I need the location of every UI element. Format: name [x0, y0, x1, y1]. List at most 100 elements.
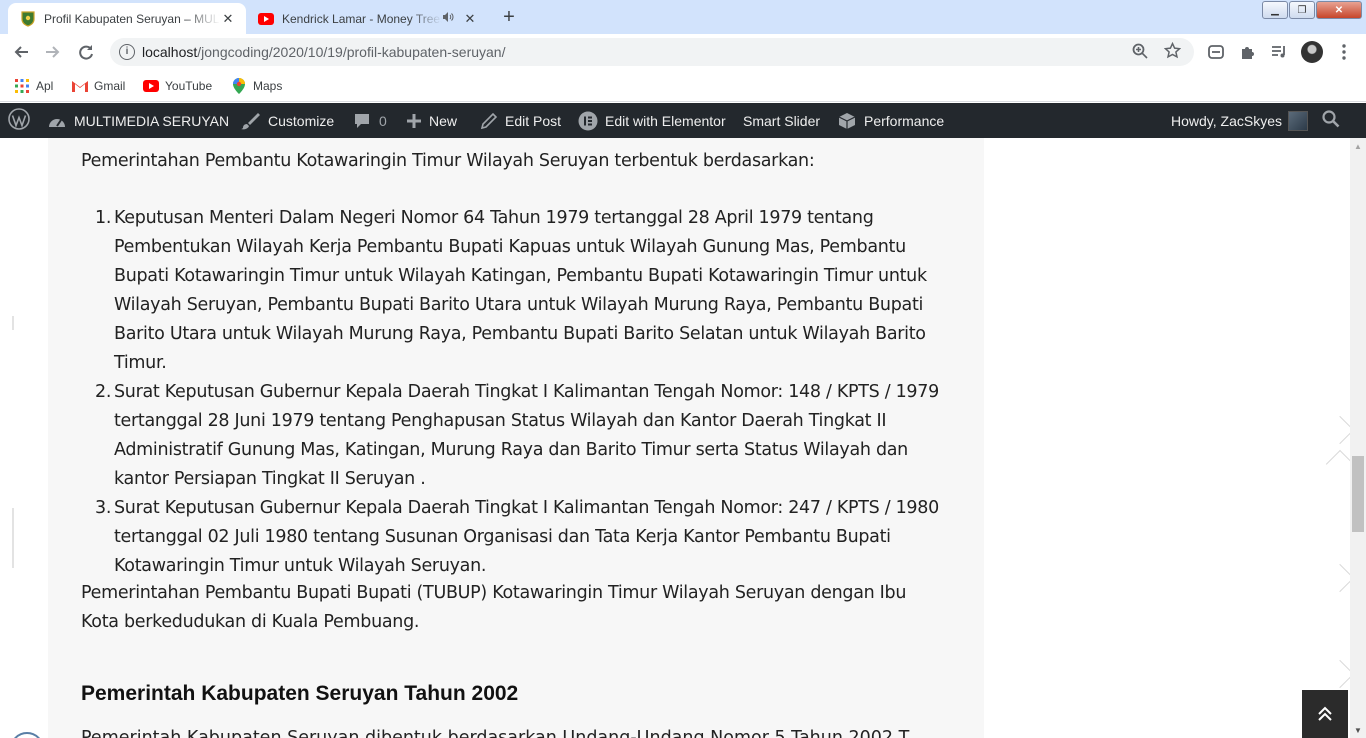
list-number: 2. [95, 382, 112, 402]
scroll-down-arrow-icon[interactable]: ▼ [1350, 722, 1366, 738]
list-item: 2. Surat Keputusan Gubernur Kepala Daerah… [81, 378, 961, 494]
puzzle-icon [1242, 47, 1254, 59]
restore-icon: ❐ [1297, 4, 1307, 16]
performance-link[interactable]: Performance [837, 103, 944, 138]
partial-paragraph: Pemerintah Kabupaten Seruyan dibentuk be… [81, 728, 924, 738]
page-content: Pemerintahan Pembantu Kotawaringin Timur… [0, 138, 1350, 738]
tab-title: Profil Kabupaten Seruyan – MULTIMEDIA SE… [44, 11, 220, 26]
maps-icon [231, 78, 247, 94]
address-bar[interactable]: i localhost/jongcoding/2020/10/19/profil… [110, 38, 1194, 66]
youtube-icon [258, 11, 274, 27]
tubup-paragraph: Pemerintahan Pembantu Bupati Bupati (TUB… [81, 583, 907, 632]
tab-close-icon[interactable]: ✕ [220, 11, 236, 27]
back-button[interactable] [9, 40, 33, 64]
scroll-to-top-button[interactable] [1302, 690, 1348, 738]
new-label: New [429, 112, 458, 129]
playlist-icon [1272, 46, 1285, 58]
url-path: /jongcoding/2020/10/19/profil-kabupaten-… [197, 44, 506, 60]
list-number: 1. [95, 208, 112, 228]
edit-post-label: Edit Post [505, 112, 562, 129]
comments-link[interactable]: 0 [353, 103, 387, 138]
info-icon[interactable]: i [119, 44, 135, 60]
tab-close-icon[interactable]: ✕ [462, 11, 478, 27]
apps-grid-icon [14, 78, 30, 94]
howdy-label: Howdy, ZacSkyes [1171, 112, 1282, 129]
reload-icon [79, 45, 93, 60]
author-avatar [10, 732, 44, 738]
extension-line-button[interactable] [1204, 40, 1228, 64]
paintbrush-icon [241, 112, 261, 130]
bookmark-gmail[interactable]: Gmail [72, 77, 125, 95]
site-name-link[interactable]: MULTIMEDIA SERUYAN [47, 103, 229, 138]
smart-slider-label: Smart Slider [743, 112, 821, 129]
admin-search-button[interactable] [1322, 103, 1340, 138]
profile-avatar [1301, 41, 1323, 63]
edit-with-elementor-link[interactable]: Edit with Elementor [578, 103, 726, 138]
bookmark-youtube[interactable]: YouTube [143, 77, 212, 95]
chat-extension-icon [1208, 45, 1224, 59]
bookmark-apps[interactable]: Apl [14, 77, 53, 95]
decorative-divider [12, 316, 14, 330]
forward-arrow-icon [46, 46, 60, 58]
tab-profil-kabupaten[interactable]: Profil Kabupaten Seruyan – MULTIMEDIA SE… [8, 3, 246, 34]
scroll-up-arrow-icon[interactable]: ▲ [1350, 138, 1366, 154]
reload-button[interactable] [74, 40, 98, 64]
seruyan-crest-icon [20, 10, 36, 27]
pencil-icon [480, 112, 498, 130]
gmail-icon [72, 78, 88, 94]
bookmark-label: Apl [36, 79, 54, 93]
bookmark-star-icon[interactable] [1163, 41, 1182, 64]
forward-button[interactable] [41, 40, 65, 64]
speaker-icon[interactable] [442, 12, 458, 25]
more-vert-icon [1342, 44, 1346, 60]
customize-label: Customize [268, 112, 335, 129]
close-window-button[interactable]: ✕ [1316, 1, 1362, 19]
tab-strip: Profil Kabupaten Seruyan – MULTIMEDIA SE… [0, 0, 1366, 34]
search-icon [1322, 110, 1340, 131]
user-avatar [1288, 110, 1308, 131]
double-chevron-up-icon [1318, 706, 1332, 721]
minimize-icon: ▁ [1271, 4, 1279, 16]
bookmarks-bar: Apl Gmail YouTube Maps [0, 70, 1366, 102]
zoom-icon[interactable] [1132, 43, 1148, 64]
list-item-text: Surat Keputusan Gubernur Kepala Daerah T… [114, 382, 939, 489]
maximize-button[interactable]: ❐ [1289, 1, 1315, 19]
my-account-link[interactable]: Howdy, ZacSkyes [1171, 103, 1308, 138]
list-item-text: Surat Keputusan Gubernur Kepala Daerah T… [114, 498, 939, 576]
decree-list: 1. Keputusan Menteri Dalam Negeri Nomor 6… [81, 204, 961, 581]
bookmark-maps[interactable]: Maps [231, 77, 282, 95]
smart-slider-link[interactable]: Smart Slider [743, 103, 820, 138]
scrollbar-thumb[interactable] [1352, 456, 1364, 532]
decorative-divider [12, 508, 14, 568]
new-content-link[interactable]: New [406, 103, 457, 138]
extensions-button[interactable] [1236, 40, 1260, 64]
edit-post-link[interactable]: Edit Post [480, 103, 561, 138]
elementor-label: Edit with Elementor [605, 112, 726, 129]
chrome-menu-button[interactable] [1332, 40, 1356, 64]
wp-logo-button[interactable] [8, 103, 30, 138]
comments-count: 0 [379, 112, 387, 129]
page-scrollbar[interactable]: ▲ ▼ [1350, 138, 1366, 738]
profile-button[interactable] [1300, 40, 1324, 64]
decorative-chevron [1325, 415, 1350, 445]
dashboard-gauge-icon [47, 113, 67, 129]
elementor-icon [578, 111, 598, 131]
decorative-chevron [1325, 659, 1350, 689]
performance-cube-icon [837, 111, 857, 131]
customize-link[interactable]: Customize [241, 103, 334, 138]
site-name: MULTIMEDIA SERUYAN [74, 112, 230, 129]
tab-kendrick-lamar[interactable]: Kendrick Lamar - Money Trees ✕ [246, 3, 490, 34]
bookmark-label: YouTube [165, 79, 213, 93]
media-controls-button[interactable] [1267, 40, 1291, 64]
bookmark-label: Gmail [94, 79, 126, 93]
list-item: 3. Surat Keputusan Gubernur Kepala Daerah… [81, 494, 961, 581]
tab-title: Kendrick Lamar - Money Trees [282, 11, 442, 26]
new-tab-button[interactable]: + [497, 5, 521, 29]
plus-icon [406, 113, 422, 129]
url-host: localhost [142, 44, 198, 60]
minimize-button[interactable]: ▁ [1262, 1, 1288, 19]
list-item: 1. Keputusan Menteri Dalam Negeri Nomor 6… [81, 204, 961, 378]
list-item-text: Keputusan Menteri Dalam Negeri Nomor 64 … [114, 208, 927, 373]
wp-admin-bar: MULTIMEDIA SERUYAN Customize 0 New Edit … [0, 103, 1366, 138]
url-text: localhost/jongcoding/2020/10/19/profil-k… [142, 44, 505, 60]
